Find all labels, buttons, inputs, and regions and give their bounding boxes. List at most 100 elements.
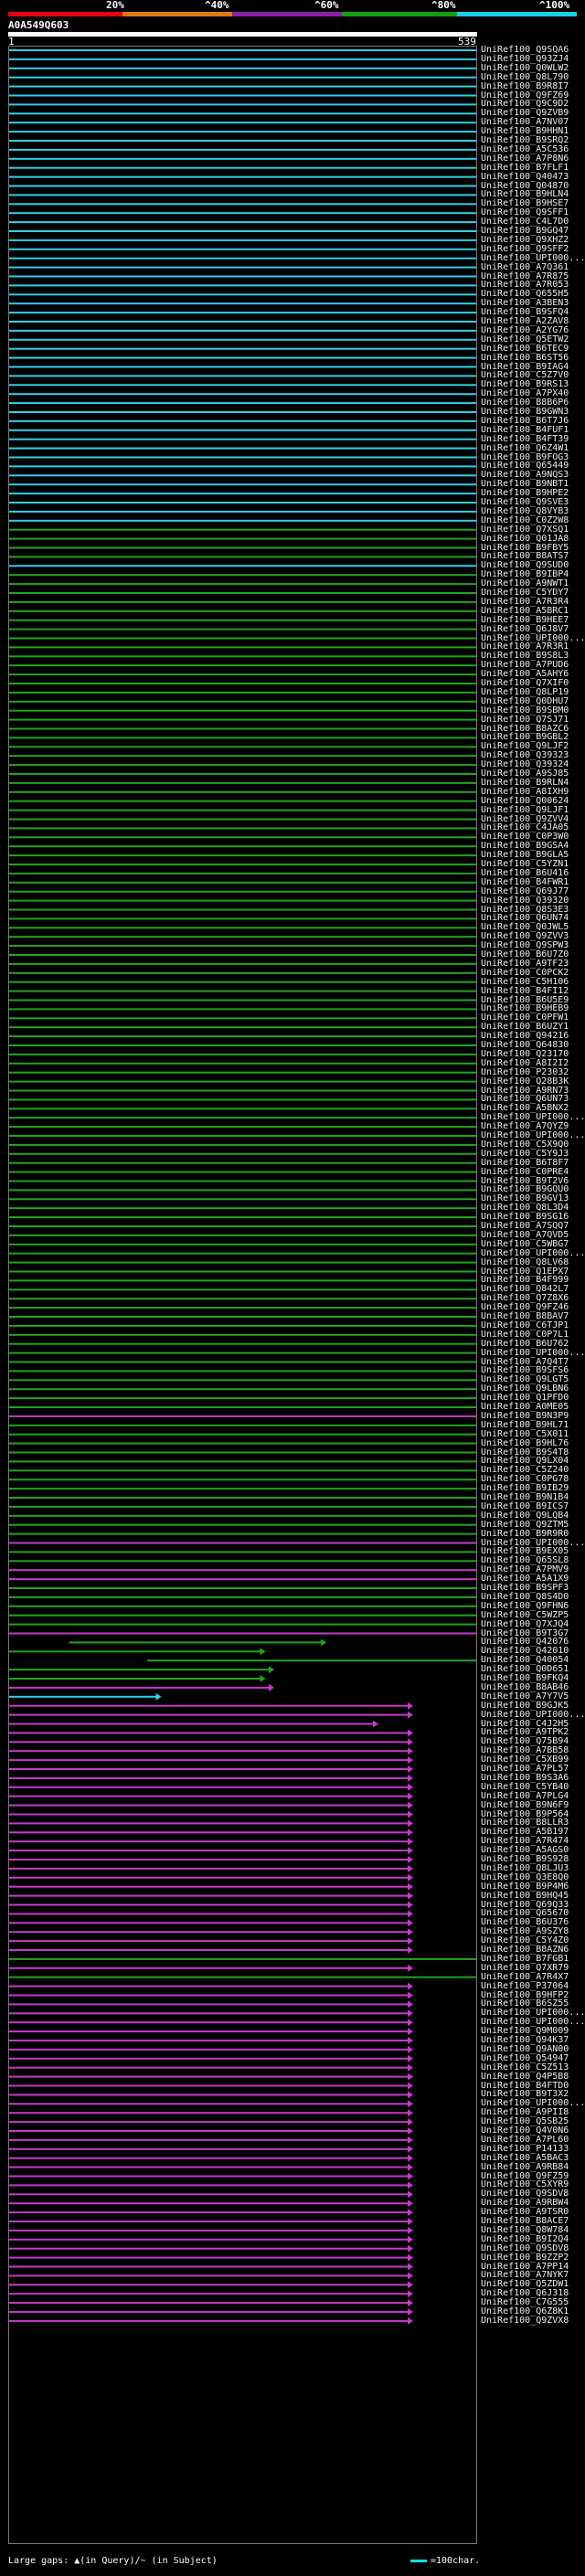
- hit-bar[interactable]: [9, 1876, 408, 1879]
- hit-bar[interactable]: [9, 556, 476, 558]
- hit-bar[interactable]: [9, 1424, 476, 1426]
- hit-bar[interactable]: [9, 1451, 476, 1454]
- hit-bar[interactable]: [9, 1623, 476, 1626]
- hit-bar[interactable]: [9, 2211, 408, 2214]
- hit-bar[interactable]: [9, 1922, 408, 1924]
- hit-bar[interactable]: [9, 546, 476, 549]
- hit-bar[interactable]: [9, 1795, 408, 1797]
- hit-bar[interactable]: [9, 1488, 476, 1490]
- hit-bar[interactable]: [9, 1750, 408, 1753]
- hit-bar[interactable]: [9, 683, 476, 684]
- hit-bar[interactable]: [9, 185, 476, 187]
- hit-bar[interactable]: [9, 917, 476, 920]
- hit-bar[interactable]: [9, 465, 476, 468]
- hit-bar[interactable]: [9, 2284, 408, 2286]
- hit-bar[interactable]: [9, 971, 476, 974]
- hit-bar[interactable]: [9, 1279, 476, 1282]
- hit-bar[interactable]: [9, 1388, 476, 1391]
- hit-bar[interactable]: [9, 1161, 476, 1164]
- hit-bar[interactable]: [9, 583, 476, 586]
- hit-bar[interactable]: [9, 1333, 476, 1336]
- hit-bar[interactable]: [9, 1261, 476, 1264]
- hit-bar[interactable]: [9, 456, 476, 459]
- hit-bar[interactable]: [9, 1180, 476, 1182]
- hit-bar[interactable]: [9, 664, 476, 667]
- hit-bar[interactable]: [9, 1216, 476, 1219]
- hit-bar[interactable]: [9, 1288, 476, 1291]
- hit-bar[interactable]: [9, 1053, 476, 1055]
- hit-bar[interactable]: [9, 1994, 408, 1997]
- hit-bar[interactable]: [9, 1189, 476, 1192]
- hit-bar[interactable]: [9, 773, 476, 775]
- hit-bar[interactable]: [9, 1822, 408, 1825]
- hit-bar[interactable]: [9, 419, 476, 422]
- hit-bar[interactable]: [9, 800, 476, 802]
- hit-bar[interactable]: [9, 827, 476, 830]
- hit-bar[interactable]: [9, 122, 476, 124]
- hit-bar[interactable]: [9, 2175, 408, 2178]
- hit-bar[interactable]: [9, 1768, 408, 1770]
- hit-bar[interactable]: [9, 393, 476, 396]
- hit-bar[interactable]: [9, 673, 476, 676]
- hit-bar[interactable]: [9, 1569, 476, 1572]
- hit-bar[interactable]: [9, 321, 476, 323]
- hit-bar[interactable]: [9, 1759, 408, 1762]
- hit-bar[interactable]: [69, 1641, 321, 1644]
- hit-bar[interactable]: [9, 1252, 476, 1255]
- hit-bar[interactable]: [9, 519, 476, 522]
- hit-bar[interactable]: [9, 2094, 408, 2096]
- hit-bar[interactable]: [9, 727, 476, 730]
- hit-bar[interactable]: [9, 1505, 476, 1508]
- hit-bar[interactable]: [9, 1062, 476, 1065]
- hit-bar[interactable]: [9, 474, 476, 477]
- hit-bar[interactable]: [9, 592, 476, 594]
- hit-bar[interactable]: [9, 49, 476, 51]
- hit-bar[interactable]: [9, 2238, 408, 2241]
- hit-bar[interactable]: [9, 1704, 408, 1707]
- hit-bar[interactable]: [9, 1270, 476, 1273]
- hit-bar[interactable]: [9, 1940, 408, 1943]
- hit-bar[interactable]: [9, 148, 476, 151]
- hit-bar[interactable]: [9, 1885, 408, 1888]
- hit-bar[interactable]: [9, 1316, 476, 1318]
- hit-bar[interactable]: [9, 1225, 476, 1227]
- hit-bar[interactable]: [9, 1686, 269, 1689]
- hit-bar[interactable]: [9, 1859, 408, 1860]
- hit-bar[interactable]: [9, 493, 476, 495]
- hit-bar[interactable]: [9, 1578, 476, 1581]
- hit-bar[interactable]: [9, 737, 476, 739]
- hit-bar[interactable]: [9, 2012, 408, 2015]
- hit-bar[interactable]: [9, 1894, 408, 1897]
- hit-bar[interactable]: [9, 1514, 476, 1517]
- hit-bar[interactable]: [9, 1469, 476, 1472]
- hit-bar[interactable]: [9, 927, 476, 929]
- hit-bar[interactable]: [9, 1497, 476, 1499]
- hit-bar[interactable]: [9, 1171, 476, 1173]
- hit-bar[interactable]: [9, 2075, 408, 2078]
- hit-bar[interactable]: [9, 2121, 408, 2124]
- hit-bar[interactable]: [9, 1198, 476, 1201]
- hit-bar[interactable]: [9, 1361, 476, 1363]
- hit-bar[interactable]: [9, 619, 476, 621]
- hit-bar[interactable]: [9, 2302, 408, 2305]
- hit-bar[interactable]: [9, 1026, 476, 1029]
- hit-bar[interactable]: [9, 954, 476, 956]
- hit-bar[interactable]: [9, 1342, 476, 1345]
- hit-bar[interactable]: [9, 1804, 408, 1807]
- hit-bar[interactable]: [9, 2256, 408, 2259]
- hit-bar[interactable]: [9, 1135, 476, 1137]
- hit-bar[interactable]: [9, 2221, 408, 2222]
- hit-bar[interactable]: [9, 1669, 269, 1671]
- hit-bar[interactable]: [9, 2003, 408, 2006]
- hit-bar[interactable]: [9, 1234, 476, 1236]
- hit-bar[interactable]: [9, 1850, 408, 1852]
- hit-bar[interactable]: [9, 1143, 476, 1146]
- hit-bar[interactable]: [9, 1957, 476, 1960]
- hit-bar[interactable]: [9, 2066, 408, 2069]
- hit-bar[interactable]: [9, 2030, 408, 2033]
- hit-bar[interactable]: [9, 2311, 408, 2313]
- hit-bar[interactable]: [9, 1695, 156, 1698]
- hit-bar[interactable]: [9, 2229, 408, 2231]
- hit-bar[interactable]: [9, 2040, 408, 2041]
- hit-bar[interactable]: [9, 2048, 408, 2051]
